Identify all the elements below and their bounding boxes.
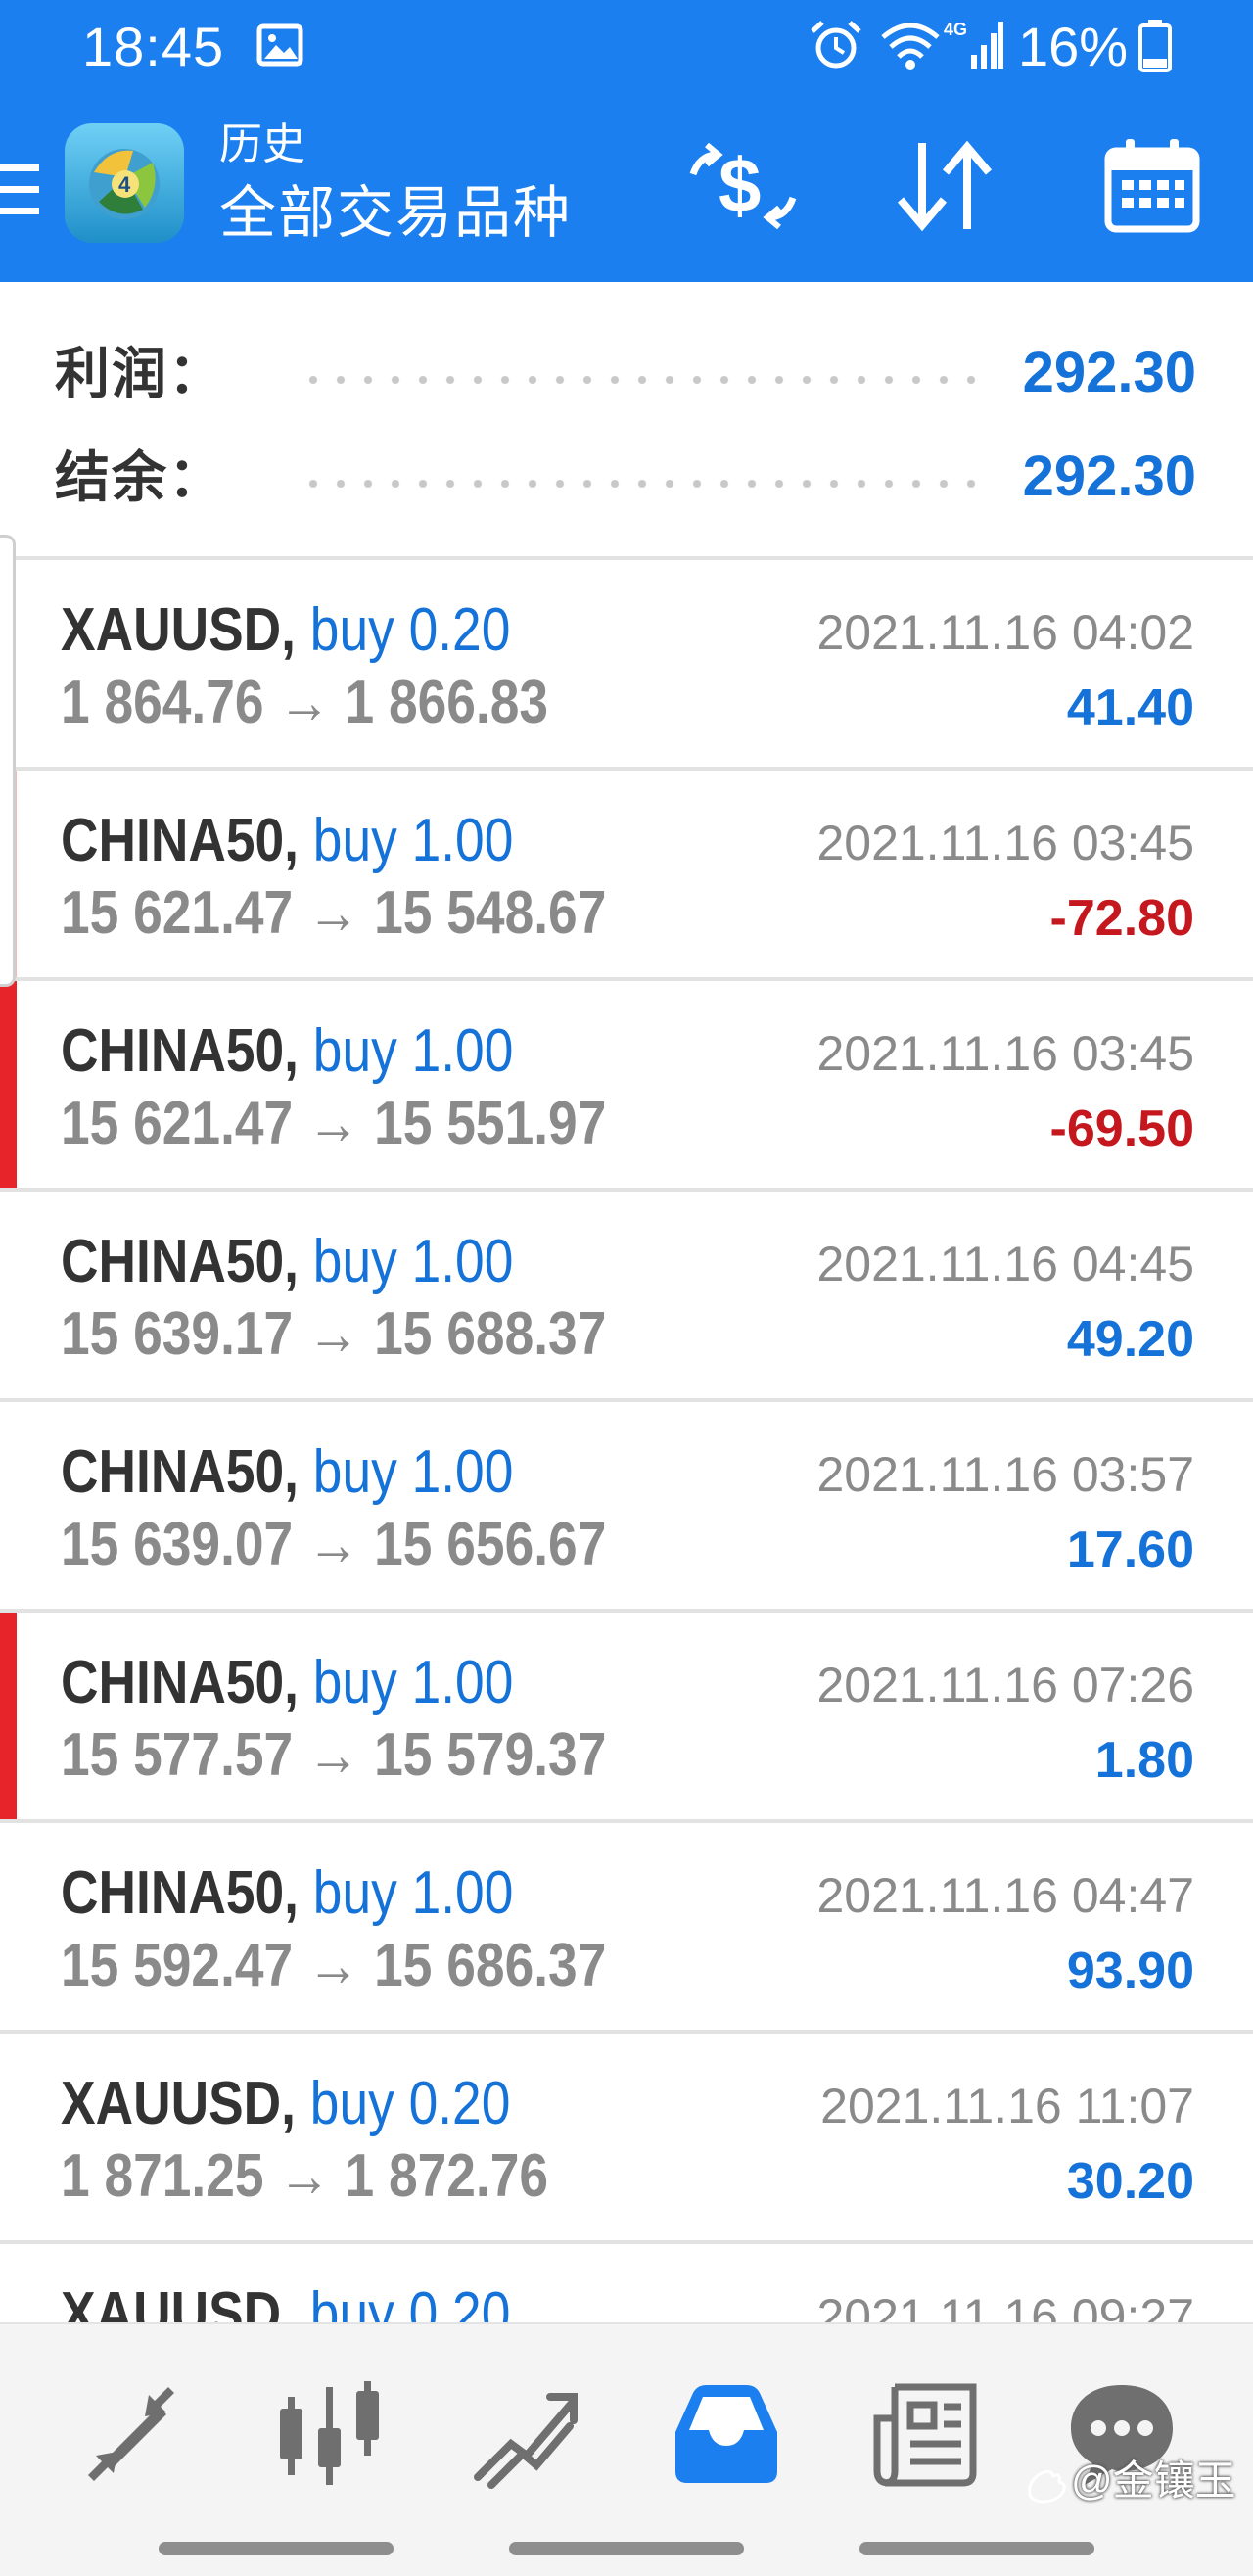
trade-time: 2021.11.16 03:45 [816, 1026, 1194, 1081]
trade-type: buy 1.00 [312, 1649, 514, 1716]
metatrader-logo-icon: 4 [65, 123, 184, 243]
trade-symbol: XAUUSD, [61, 596, 296, 664]
trade-type: buy 1.00 [312, 1438, 514, 1506]
trade-list[interactable]: XAUUSD, buy 0.20 1 864.76 → 1 866.83 202… [0, 560, 1253, 2322]
trade-symbol: CHINA50, [61, 1859, 299, 1927]
trade-row[interactable]: XAUUSD, buy 0.20 1 864.76 → 1 866.83 202… [0, 560, 1253, 771]
trade-prices: 15 592.47 → 15 686.37 [61, 1932, 607, 1999]
status-bar: 18:45 4G 16% [0, 0, 1253, 94]
trade-time: 2021.11.16 03:57 [816, 1447, 1194, 1502]
trade-symbol: CHINA50, [61, 807, 299, 874]
trade-time: 2021.11.16 09:27 [816, 2289, 1194, 2322]
symbol-filter[interactable]: 全部交易品种 [219, 178, 572, 249]
history-inbox-icon[interactable] [668, 2375, 785, 2493]
weibo-logo-icon [1028, 2469, 1066, 2504]
recent-apps-gesture[interactable] [159, 2542, 394, 2555]
trade-symbol: CHINA50, [61, 1649, 299, 1716]
calendar-icon[interactable] [1104, 137, 1200, 233]
dotted-leader [300, 480, 987, 488]
row-marker [0, 981, 17, 1188]
summary-profit-value: 292.30 [1022, 341, 1196, 404]
trade-prices: 15 639.07 → 15 656.67 [61, 1511, 607, 1578]
news-icon[interactable] [867, 2375, 985, 2493]
svg-text:$: $ [719, 142, 761, 228]
battery-percent: 16% [1018, 16, 1129, 77]
row-marker [0, 1613, 17, 1819]
status-time: 18:45 [82, 16, 225, 77]
image-notification-icon [256, 23, 303, 67]
svg-text:4: 4 [118, 172, 131, 197]
trade-prices: 15 577.57 → 15 579.37 [61, 1721, 607, 1789]
trade-time: 2021.11.16 11:07 [820, 2079, 1194, 2133]
trade-type: buy 0.20 [309, 2070, 511, 2137]
trade-row[interactable]: XAUUSD, buy 0.20 1 871.25 → 1 872.76 202… [0, 2034, 1253, 2244]
sort-icon[interactable] [893, 137, 997, 235]
watermark-text: @金镶玉 [1071, 2458, 1236, 2504]
trend-chart-icon[interactable] [468, 2375, 585, 2493]
trade-row[interactable]: CHINA50, buy 1.00 15 639.07 → 15 656.67 … [0, 1402, 1253, 1613]
wifi-icon [881, 23, 940, 70]
trade-type: buy 0.20 [309, 2280, 511, 2322]
trade-profit: 30.20 [1066, 2153, 1194, 2210]
trade-time: 2021.11.16 04:02 [816, 605, 1194, 660]
alarm-icon [811, 21, 861, 69]
trade-profit: -72.80 [1049, 890, 1194, 947]
trade-prices: 15 621.47 → 15 551.97 [61, 1090, 607, 1157]
trade-type: buy 0.20 [309, 596, 511, 664]
trade-row[interactable]: XAUUSD, buy 0.20 2021.11.16 09:27 [0, 2244, 1253, 2322]
home-gesture[interactable] [509, 2542, 744, 2555]
trade-profit: 1.80 [1094, 1732, 1194, 1789]
trade-profit: 93.90 [1066, 1943, 1194, 1999]
trade-type: buy 1.00 [312, 807, 514, 874]
trade-symbol: CHINA50, [61, 1438, 299, 1506]
signal-4g-icon: 4G [944, 20, 1003, 69]
trade-row[interactable]: CHINA50, buy 1.00 15 577.57 → 15 579.37 … [0, 1613, 1253, 1823]
summary-balance-value: 292.30 [1022, 445, 1196, 508]
battery-icon [1138, 20, 1172, 72]
trade-row[interactable]: CHINA50, buy 1.00 15 621.47 → 15 548.67 … [0, 771, 1253, 981]
trade-row[interactable]: CHINA50, buy 1.00 15 621.47 → 15 551.97 … [0, 981, 1253, 1192]
trade-profit: 41.40 [1066, 679, 1194, 736]
screen-title: 历史 [219, 120, 305, 168]
trade-profit: 17.60 [1066, 1522, 1194, 1578]
trade-profit: -69.50 [1049, 1101, 1194, 1157]
trade-symbol: XAUUSD, [61, 2280, 296, 2322]
side-panel-handle[interactable] [0, 535, 16, 987]
svg-text:4G: 4G [944, 20, 967, 39]
trade-prices: 15 639.17 → 15 688.37 [61, 1300, 607, 1368]
summary-profit-label: 利润： [55, 343, 225, 404]
currency-exchange-icon[interactable]: $ [685, 137, 801, 235]
trade-time: 2021.11.16 04:45 [816, 1237, 1194, 1291]
trade-profit: 49.20 [1066, 1311, 1194, 1368]
trade-row[interactable]: CHINA50, buy 1.00 15 639.17 → 15 688.37 … [0, 1192, 1253, 1402]
back-gesture[interactable] [859, 2542, 1094, 2555]
trade-prices: 15 621.47 → 15 548.67 [61, 879, 607, 947]
trade-time: 2021.11.16 03:45 [816, 816, 1194, 870]
trade-time: 2021.11.16 07:26 [816, 1658, 1194, 1712]
trade-row[interactable]: CHINA50, buy 1.00 15 592.47 → 15 686.37 … [0, 1823, 1253, 2034]
candlestick-chart-icon[interactable] [270, 2375, 388, 2493]
summary-balance-label: 结余： [55, 446, 225, 508]
summary-balance: 结余： 292.30 [0, 423, 1253, 529]
quotes-arrows-icon[interactable] [72, 2375, 190, 2493]
trade-type: buy 1.00 [312, 1017, 514, 1085]
dotted-leader [300, 376, 987, 384]
menu-icon[interactable] [0, 161, 41, 219]
app-bar: 4 历史 全部交易品种 $ [0, 94, 1253, 282]
watermark: @金镶玉 [1024, 2456, 1236, 2506]
bottom-navigation: @金镶玉 [0, 2322, 1253, 2576]
trade-symbol: CHINA50, [61, 1228, 299, 1295]
trade-symbol: XAUUSD, [61, 2070, 296, 2137]
trade-time: 2021.11.16 04:47 [816, 1868, 1194, 1923]
trade-prices: 1 864.76 → 1 866.83 [61, 669, 549, 736]
trade-type: buy 1.00 [312, 1859, 514, 1927]
trade-prices: 1 871.25 → 1 872.76 [61, 2142, 549, 2210]
trade-type: buy 1.00 [312, 1228, 514, 1295]
summary-profit: 利润： 292.30 [0, 319, 1253, 425]
trade-symbol: CHINA50, [61, 1017, 299, 1085]
